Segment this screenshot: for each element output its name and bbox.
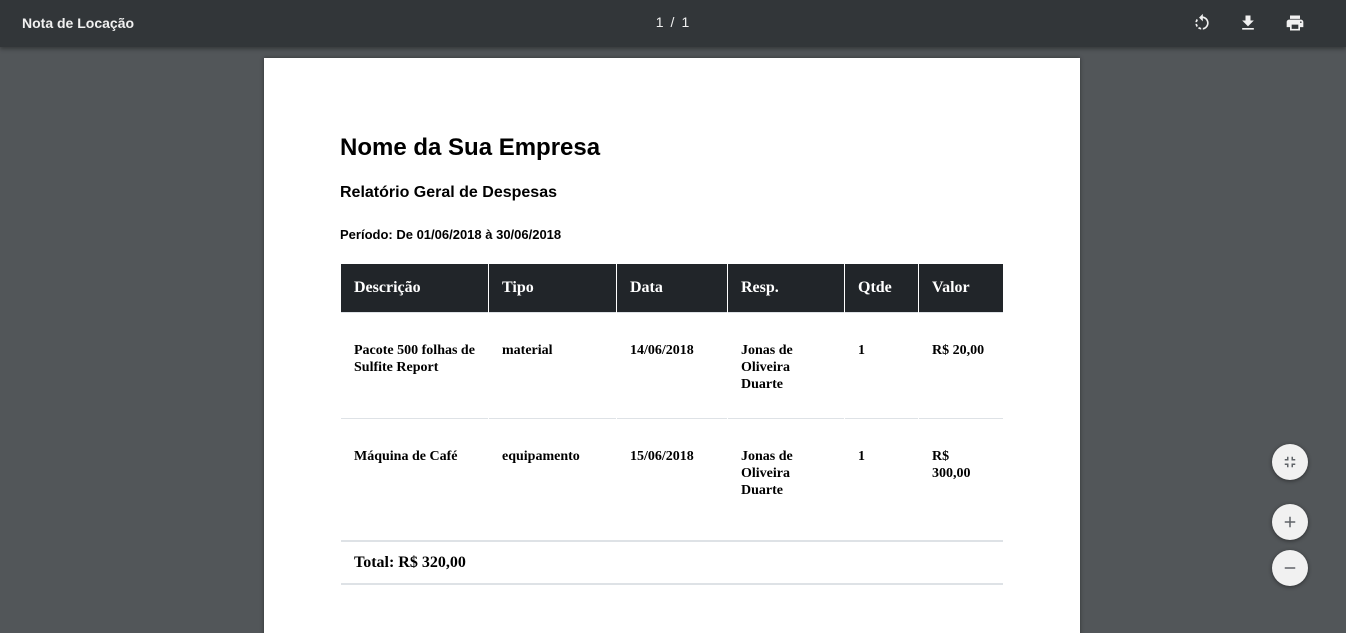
cell-date: 15/06/2018: [617, 418, 727, 540]
company-name: Nome da Sua Empresa: [340, 134, 601, 161]
column-header: Resp.: [728, 264, 844, 312]
page-separator: /: [670, 14, 676, 30]
table-row: Pacote 500 folhas de Sulfite Report mate…: [341, 312, 1003, 418]
column-header: Qtde: [845, 264, 918, 312]
pdf-toolbar: Nota de Locação 1/1: [0, 0, 1346, 47]
column-header: Descrição: [341, 264, 488, 312]
download-button[interactable]: [1236, 11, 1260, 35]
page-indicator: 1 / 1: [0, 14, 1346, 30]
download-icon: [1242, 15, 1254, 30]
report-period: Período: De 01/06/2018 à 30/06/2018: [340, 227, 562, 242]
rotate-icon: [1195, 13, 1209, 30]
cell-type: equipamento: [489, 418, 616, 540]
table-header-row: Descrição Tipo Data Resp. Qtde Valor: [341, 264, 1003, 312]
cell-value: R$ 20,00: [919, 312, 1003, 418]
table-total-row: Total: R$ 320,00: [341, 540, 1003, 585]
zoom-out-button[interactable]: [1272, 550, 1308, 586]
rotate-button[interactable]: [1190, 11, 1214, 35]
current-page[interactable]: 1: [656, 14, 665, 30]
cell-date: 14/06/2018: [617, 312, 727, 418]
table-row: Máquina de Café equipamento 15/06/2018 J…: [341, 418, 1003, 540]
total-amount: Total: R$ 320,00: [341, 540, 1003, 585]
column-header: Data: [617, 264, 727, 312]
cell-responsible: Jonas de Oliveira Duarte: [728, 312, 844, 418]
expenses-table: Descrição Tipo Data Resp. Qtde Valor Pac…: [340, 264, 1004, 585]
zoom-in-button[interactable]: [1272, 504, 1308, 540]
cell-value: R$ 300,00: [919, 418, 1003, 540]
column-header: Valor: [919, 264, 1003, 312]
print-button[interactable]: [1283, 11, 1307, 35]
cell-quantity: 1: [845, 418, 918, 540]
zoom-in-icon: [1284, 516, 1296, 528]
column-header: Tipo: [489, 264, 616, 312]
cell-type: material: [489, 312, 616, 418]
pdf-page: Nome da Sua Empresa Relatório Geral de D…: [264, 58, 1080, 633]
zoom-out-icon: [1284, 567, 1296, 569]
cell-responsible: Jonas de Oliveira Duarte: [728, 418, 844, 540]
total-pages: 1: [681, 14, 691, 30]
report-title: Relatório Geral de Despesas: [340, 184, 557, 201]
cell-description: Máquina de Café: [341, 418, 488, 540]
fit-to-page-icon: [1284, 456, 1296, 468]
cell-description: Pacote 500 folhas de Sulfite Report: [341, 312, 488, 418]
fit-to-page-button[interactable]: [1272, 444, 1308, 480]
cell-quantity: 1: [845, 312, 918, 418]
print-icon: [1286, 15, 1304, 31]
